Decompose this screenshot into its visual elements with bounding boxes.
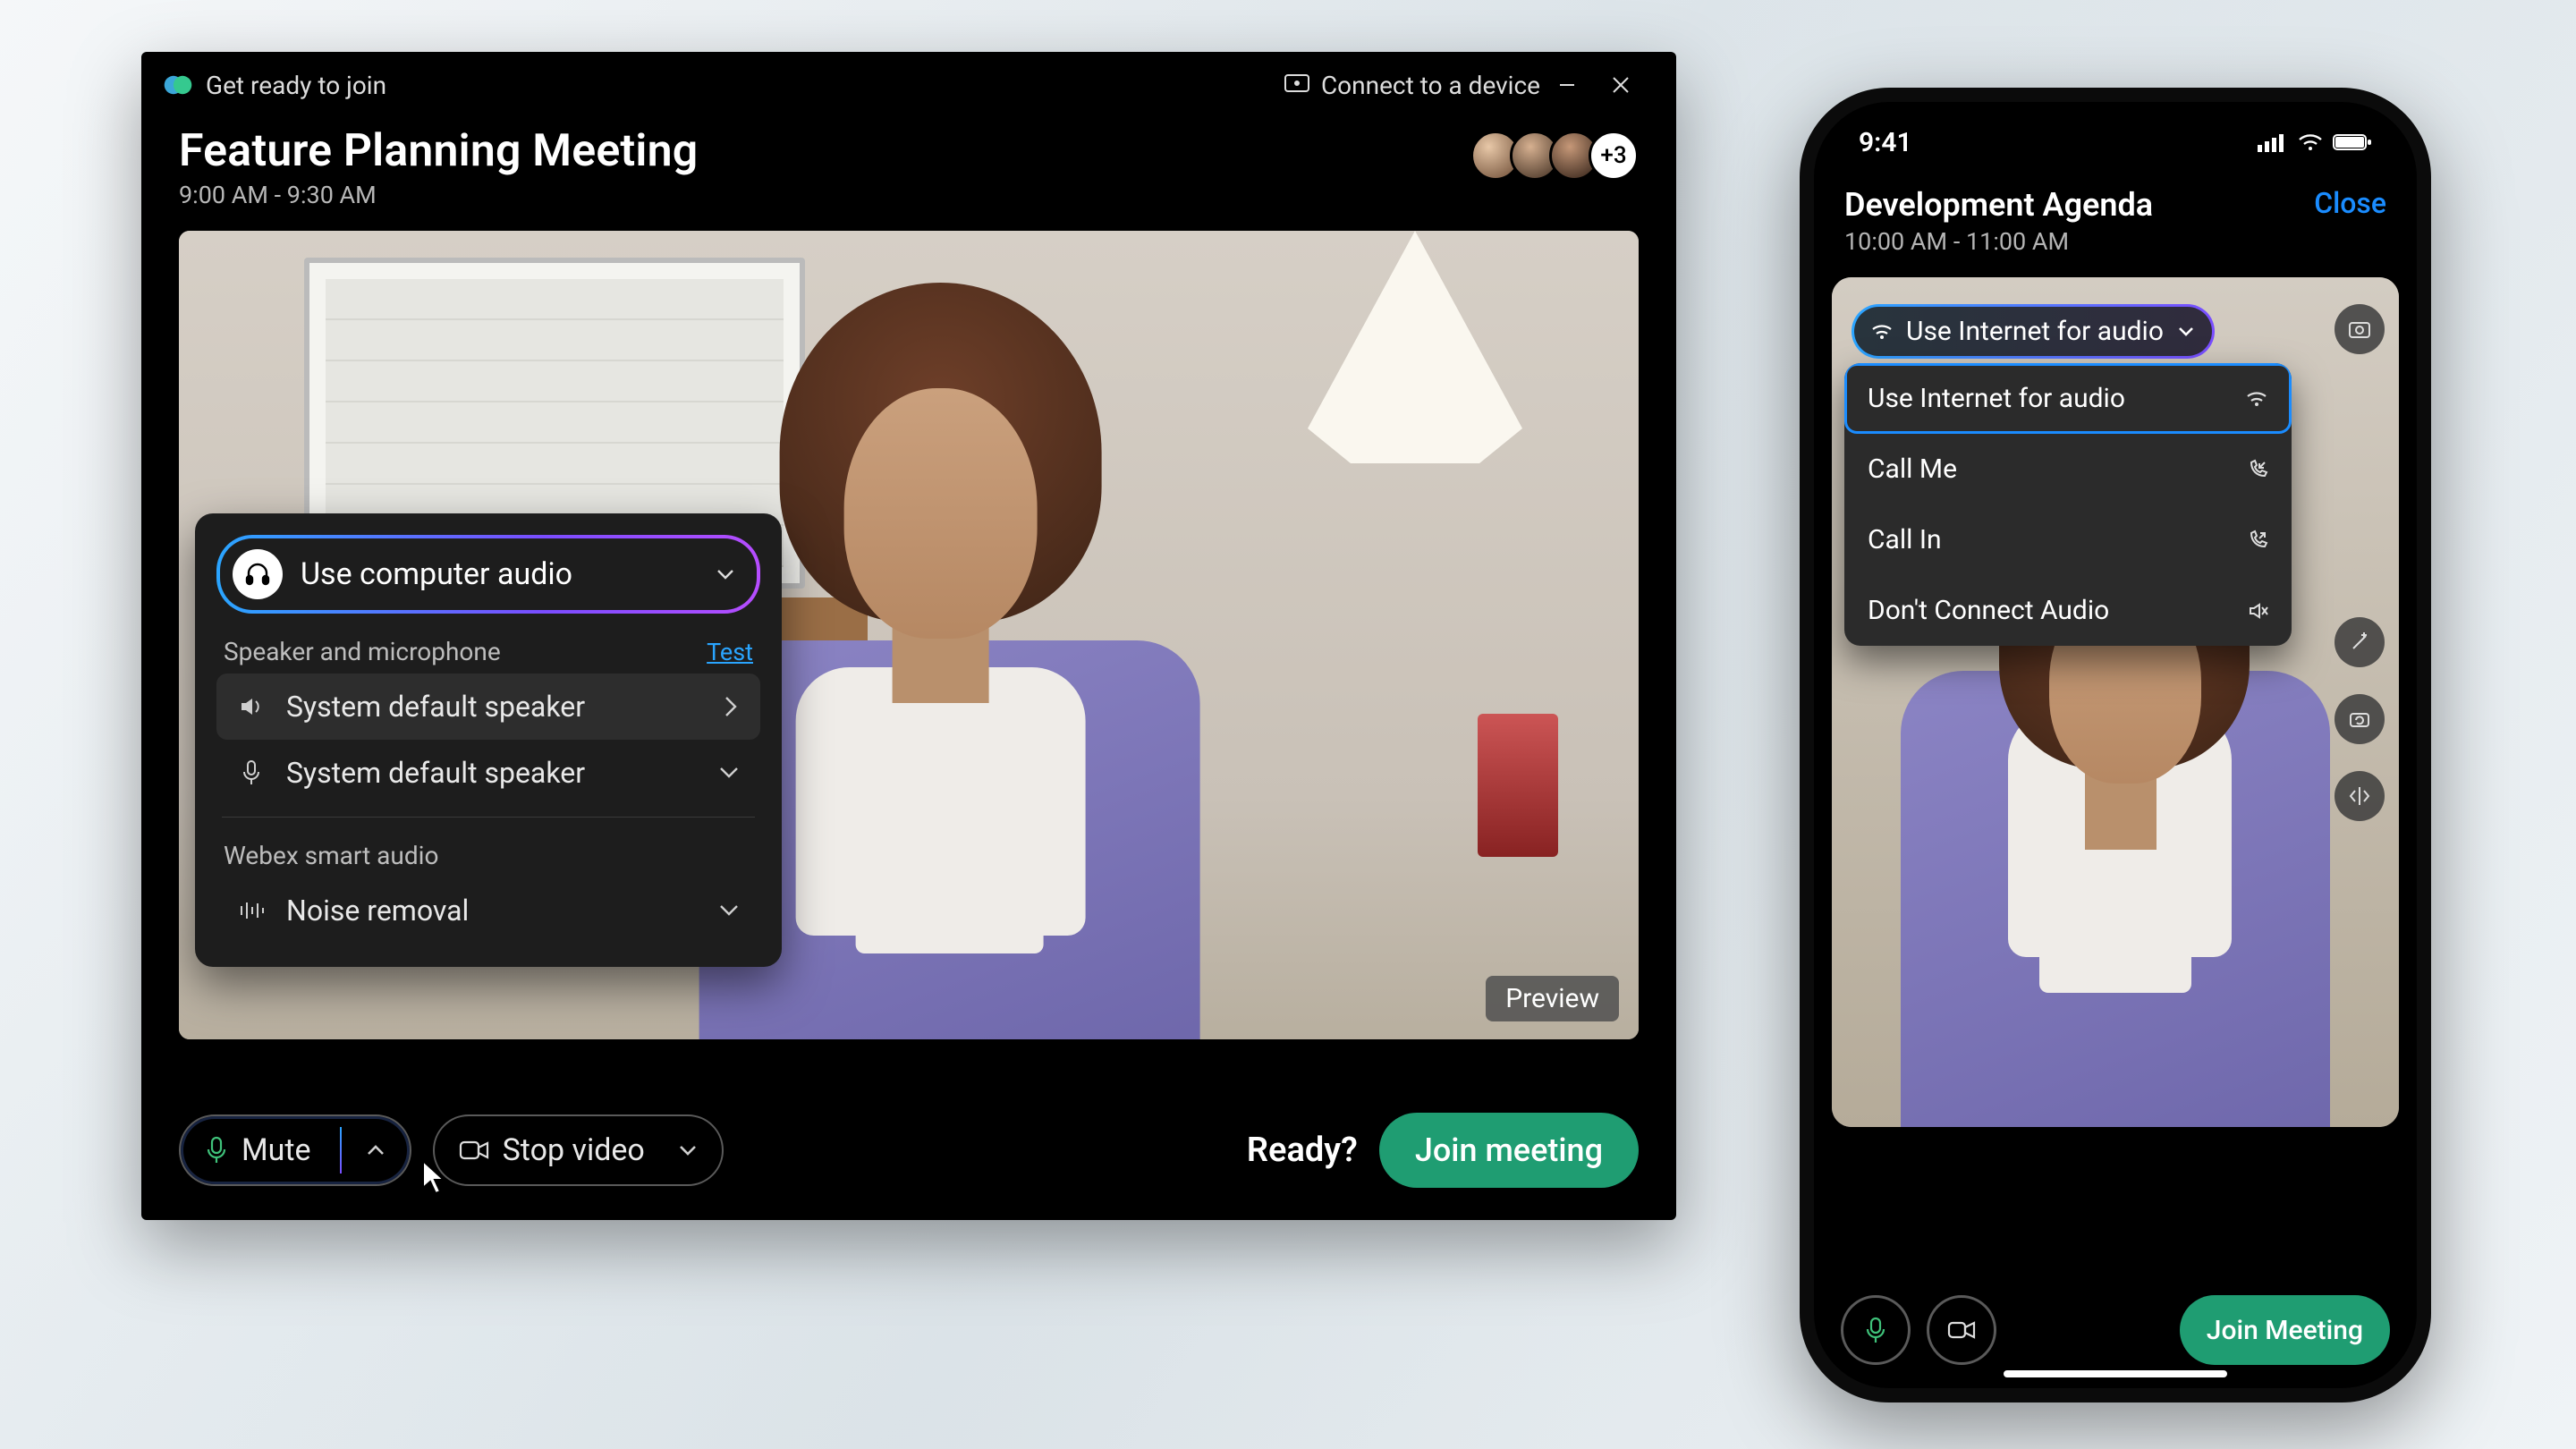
test-audio-link[interactable]: Test: [707, 638, 753, 666]
phone-self-video: Use Internet for audio Use Internet for …: [1832, 277, 2399, 1127]
stop-video-button[interactable]: Stop video: [433, 1114, 724, 1186]
mirror-button[interactable]: [2334, 771, 2385, 821]
cursor-icon: [420, 1159, 447, 1197]
microphone-icon: [236, 759, 267, 786]
wifi-icon: [2297, 132, 2324, 152]
chevron-down-icon[interactable]: [670, 1140, 706, 1160]
speaker-selector[interactable]: System default speaker: [216, 674, 760, 740]
phone-meeting-title: Development Agenda: [1844, 186, 2153, 224]
menu-item-call-in[interactable]: Call In: [1844, 504, 2292, 575]
titlebar: Get ready to join Connect to a device: [141, 52, 1676, 118]
effects-button[interactable]: [2334, 617, 2385, 667]
speaker-muted-icon: [2247, 600, 2268, 622]
video-bg: [1478, 714, 1558, 857]
battery-icon: [2333, 132, 2372, 152]
phone-audio-mode-label: Use Internet for audio: [1906, 316, 2164, 347]
divider: [222, 817, 755, 818]
audio-mode-label: Use computer audio: [301, 556, 696, 592]
chevron-right-icon: [721, 694, 741, 719]
statusbar: 9:41: [1814, 102, 2417, 182]
desktop-join-window: Get ready to join Connect to a device Fe…: [141, 52, 1676, 1220]
speaker-mic-section-label: Speaker and microphone Test: [224, 637, 753, 666]
chevron-down-icon: [717, 901, 741, 920]
join-meeting-button[interactable]: Join meeting: [1379, 1113, 1639, 1188]
call-in-icon: [2247, 459, 2268, 480]
avatar-more-count[interactable]: +3: [1589, 131, 1639, 181]
chevron-down-icon: [2176, 323, 2196, 341]
mirror-icon: [2348, 785, 2371, 807]
rotate-camera-button[interactable]: [2334, 694, 2385, 744]
phone-join-meeting-button[interactable]: Join Meeting: [2180, 1295, 2390, 1365]
chevron-up-icon[interactable]: [358, 1140, 394, 1160]
rotate-camera-icon: [2347, 708, 2372, 730]
split-divider: [340, 1127, 342, 1174]
smart-audio-label: Noise removal: [286, 894, 469, 928]
phone-screen: 9:41 Development Agenda 10:00 AM - 11:00…: [1814, 102, 2417, 1388]
chevron-down-icon: [714, 563, 737, 586]
smart-audio-section-label: Webex smart audio: [224, 841, 753, 870]
phone-audio-menu: Use Internet for audio Call Me Call In D…: [1844, 363, 2292, 646]
speaker-label: System default speaker: [286, 690, 585, 724]
meeting-title: Feature Planning Meeting: [179, 125, 698, 177]
ready-label: Ready?: [1247, 1131, 1358, 1170]
waveform-icon: [236, 899, 267, 922]
mute-label: Mute: [242, 1132, 311, 1168]
webex-logo-icon: [163, 70, 193, 100]
stop-video-label: Stop video: [503, 1132, 645, 1168]
connect-device-label: Connect to a device: [1321, 71, 1540, 100]
meeting-time: 9:00 AM - 9:30 AM: [179, 181, 698, 209]
connect-device-button[interactable]: Connect to a device: [1284, 71, 1540, 100]
phone-audio-mode-selector[interactable]: Use Internet for audio: [1852, 304, 2215, 359]
video-bg: [1200, 231, 1612, 606]
call-out-icon: [2247, 530, 2268, 551]
smart-audio-selector[interactable]: Noise removal: [216, 877, 760, 944]
phone-mock: 9:41 Development Agenda 10:00 AM - 11:00…: [1800, 88, 2431, 1402]
microphone-selector[interactable]: System default speaker: [216, 740, 760, 806]
menu-item-internet-audio[interactable]: Use Internet for audio: [1844, 363, 2292, 434]
close-button[interactable]: Close: [2314, 186, 2386, 220]
phone-join-controls: Join Meeting: [1841, 1295, 2390, 1365]
participant-avatars[interactable]: +3: [1481, 131, 1639, 181]
cast-icon: [1284, 73, 1310, 97]
wifi-icon: [1870, 322, 1894, 342]
join-controls: Mute Stop video Ready? Join meeting: [179, 1113, 1639, 1188]
status-time: 9:41: [1859, 127, 1912, 158]
meeting-header: Feature Planning Meeting 9:00 AM - 9:30 …: [141, 118, 1676, 218]
switch-camera-button[interactable]: [2334, 304, 2385, 354]
audio-options-popover: Use computer audio Speaker and microphon…: [195, 513, 782, 967]
minimize-button[interactable]: [1540, 63, 1594, 107]
phone-meeting-header: Development Agenda 10:00 AM - 11:00 AM C…: [1814, 182, 2417, 261]
phone-video-button[interactable]: [1927, 1295, 1996, 1365]
headset-icon: [233, 549, 283, 599]
switch-camera-icon: [2347, 318, 2372, 340]
menu-item-no-audio[interactable]: Don't Connect Audio: [1844, 575, 2292, 646]
magic-wand-icon: [2348, 631, 2371, 654]
audio-mode-selector[interactable]: Use computer audio: [216, 535, 760, 614]
camera-icon: [458, 1138, 490, 1163]
preview-badge: Preview: [1486, 976, 1619, 1021]
close-button[interactable]: [1594, 63, 1648, 107]
titlebar-label: Get ready to join: [206, 71, 386, 100]
menu-item-call-me[interactable]: Call Me: [1844, 434, 2292, 504]
speaker-icon: [236, 693, 267, 720]
camera-icon: [1946, 1318, 1977, 1342]
mute-button[interactable]: Mute: [179, 1114, 411, 1186]
home-indicator[interactable]: [2004, 1370, 2227, 1377]
self-video-preview: Preview Use computer audio Speaker and m…: [179, 231, 1639, 1039]
microphone-icon: [204, 1135, 229, 1165]
phone-meeting-time: 10:00 AM - 11:00 AM: [1844, 227, 2153, 256]
cellular-icon: [2258, 132, 2288, 152]
microphone-icon: [1864, 1316, 1887, 1344]
chevron-down-icon: [717, 763, 741, 783]
phone-mute-button[interactable]: [1841, 1295, 1911, 1365]
wifi-icon: [2245, 389, 2268, 409]
microphone-label: System default speaker: [286, 756, 585, 790]
